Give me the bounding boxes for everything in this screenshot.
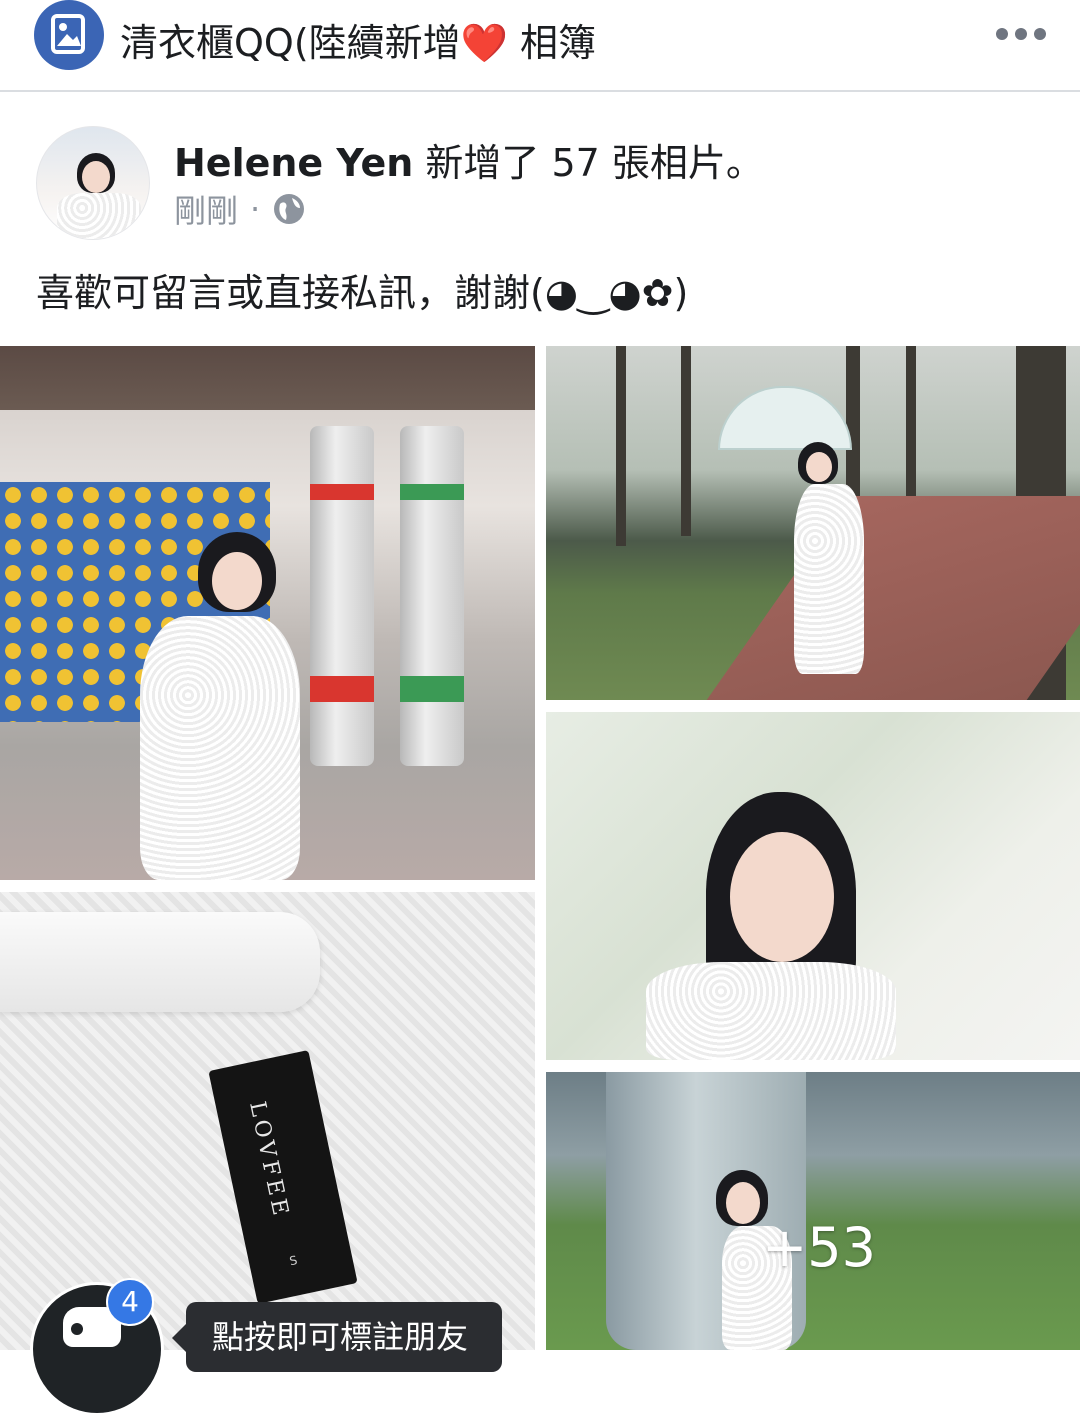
- model-dress: [140, 616, 300, 880]
- album-title[interactable]: 清衣櫃QQ(陸續新增❤️ 相簿: [120, 12, 596, 67]
- brick-path: [702, 496, 1080, 700]
- paint-tube-red: [310, 426, 374, 766]
- label-size: S: [288, 1253, 299, 1269]
- more-photos-count[interactable]: +53: [762, 1216, 876, 1279]
- portrait-top: [646, 962, 896, 1060]
- photo-4[interactable]: LOVFEE S: [0, 892, 535, 1350]
- post-meta: 剛剛 ·: [174, 186, 306, 232]
- dress-zipper: [0, 912, 320, 1012]
- paint-tube-green: [400, 426, 464, 766]
- poster-name[interactable]: Helene Yen: [174, 141, 413, 185]
- album-header-bar: 清衣櫃QQ(陸續新增❤️ 相簿: [0, 0, 1080, 92]
- globe-icon[interactable]: [272, 192, 306, 226]
- post-headline: Helene Yen 新增了 57 張相片。: [174, 132, 764, 187]
- post-caption: 喜歡可留言或直接私訊，謝謝(◕‿◕✿): [36, 271, 689, 315]
- notification-badge: 4: [106, 1278, 154, 1326]
- tag-friends-tooltip[interactable]: 點按即可標註朋友: [172, 1302, 502, 1372]
- photo-5[interactable]: [546, 1072, 1080, 1350]
- model-face: [212, 552, 262, 610]
- post-timestamp[interactable]: 剛剛: [174, 186, 238, 232]
- portrait-face: [730, 832, 834, 962]
- clothing-label: LOVFEE S: [208, 1049, 358, 1305]
- photo-album-icon[interactable]: [34, 0, 104, 70]
- photo-2[interactable]: [546, 346, 1080, 700]
- photo-1[interactable]: [0, 346, 535, 880]
- label-brand: LOVFEE: [244, 1099, 294, 1222]
- umbrella: [718, 386, 852, 450]
- poster-avatar[interactable]: [36, 126, 150, 240]
- more-dots-icon[interactable]: [996, 22, 1046, 46]
- post-action-text: 新增了 57 張相片。: [413, 141, 764, 185]
- photo-3[interactable]: [546, 712, 1080, 1060]
- meta-separator: ·: [250, 190, 261, 228]
